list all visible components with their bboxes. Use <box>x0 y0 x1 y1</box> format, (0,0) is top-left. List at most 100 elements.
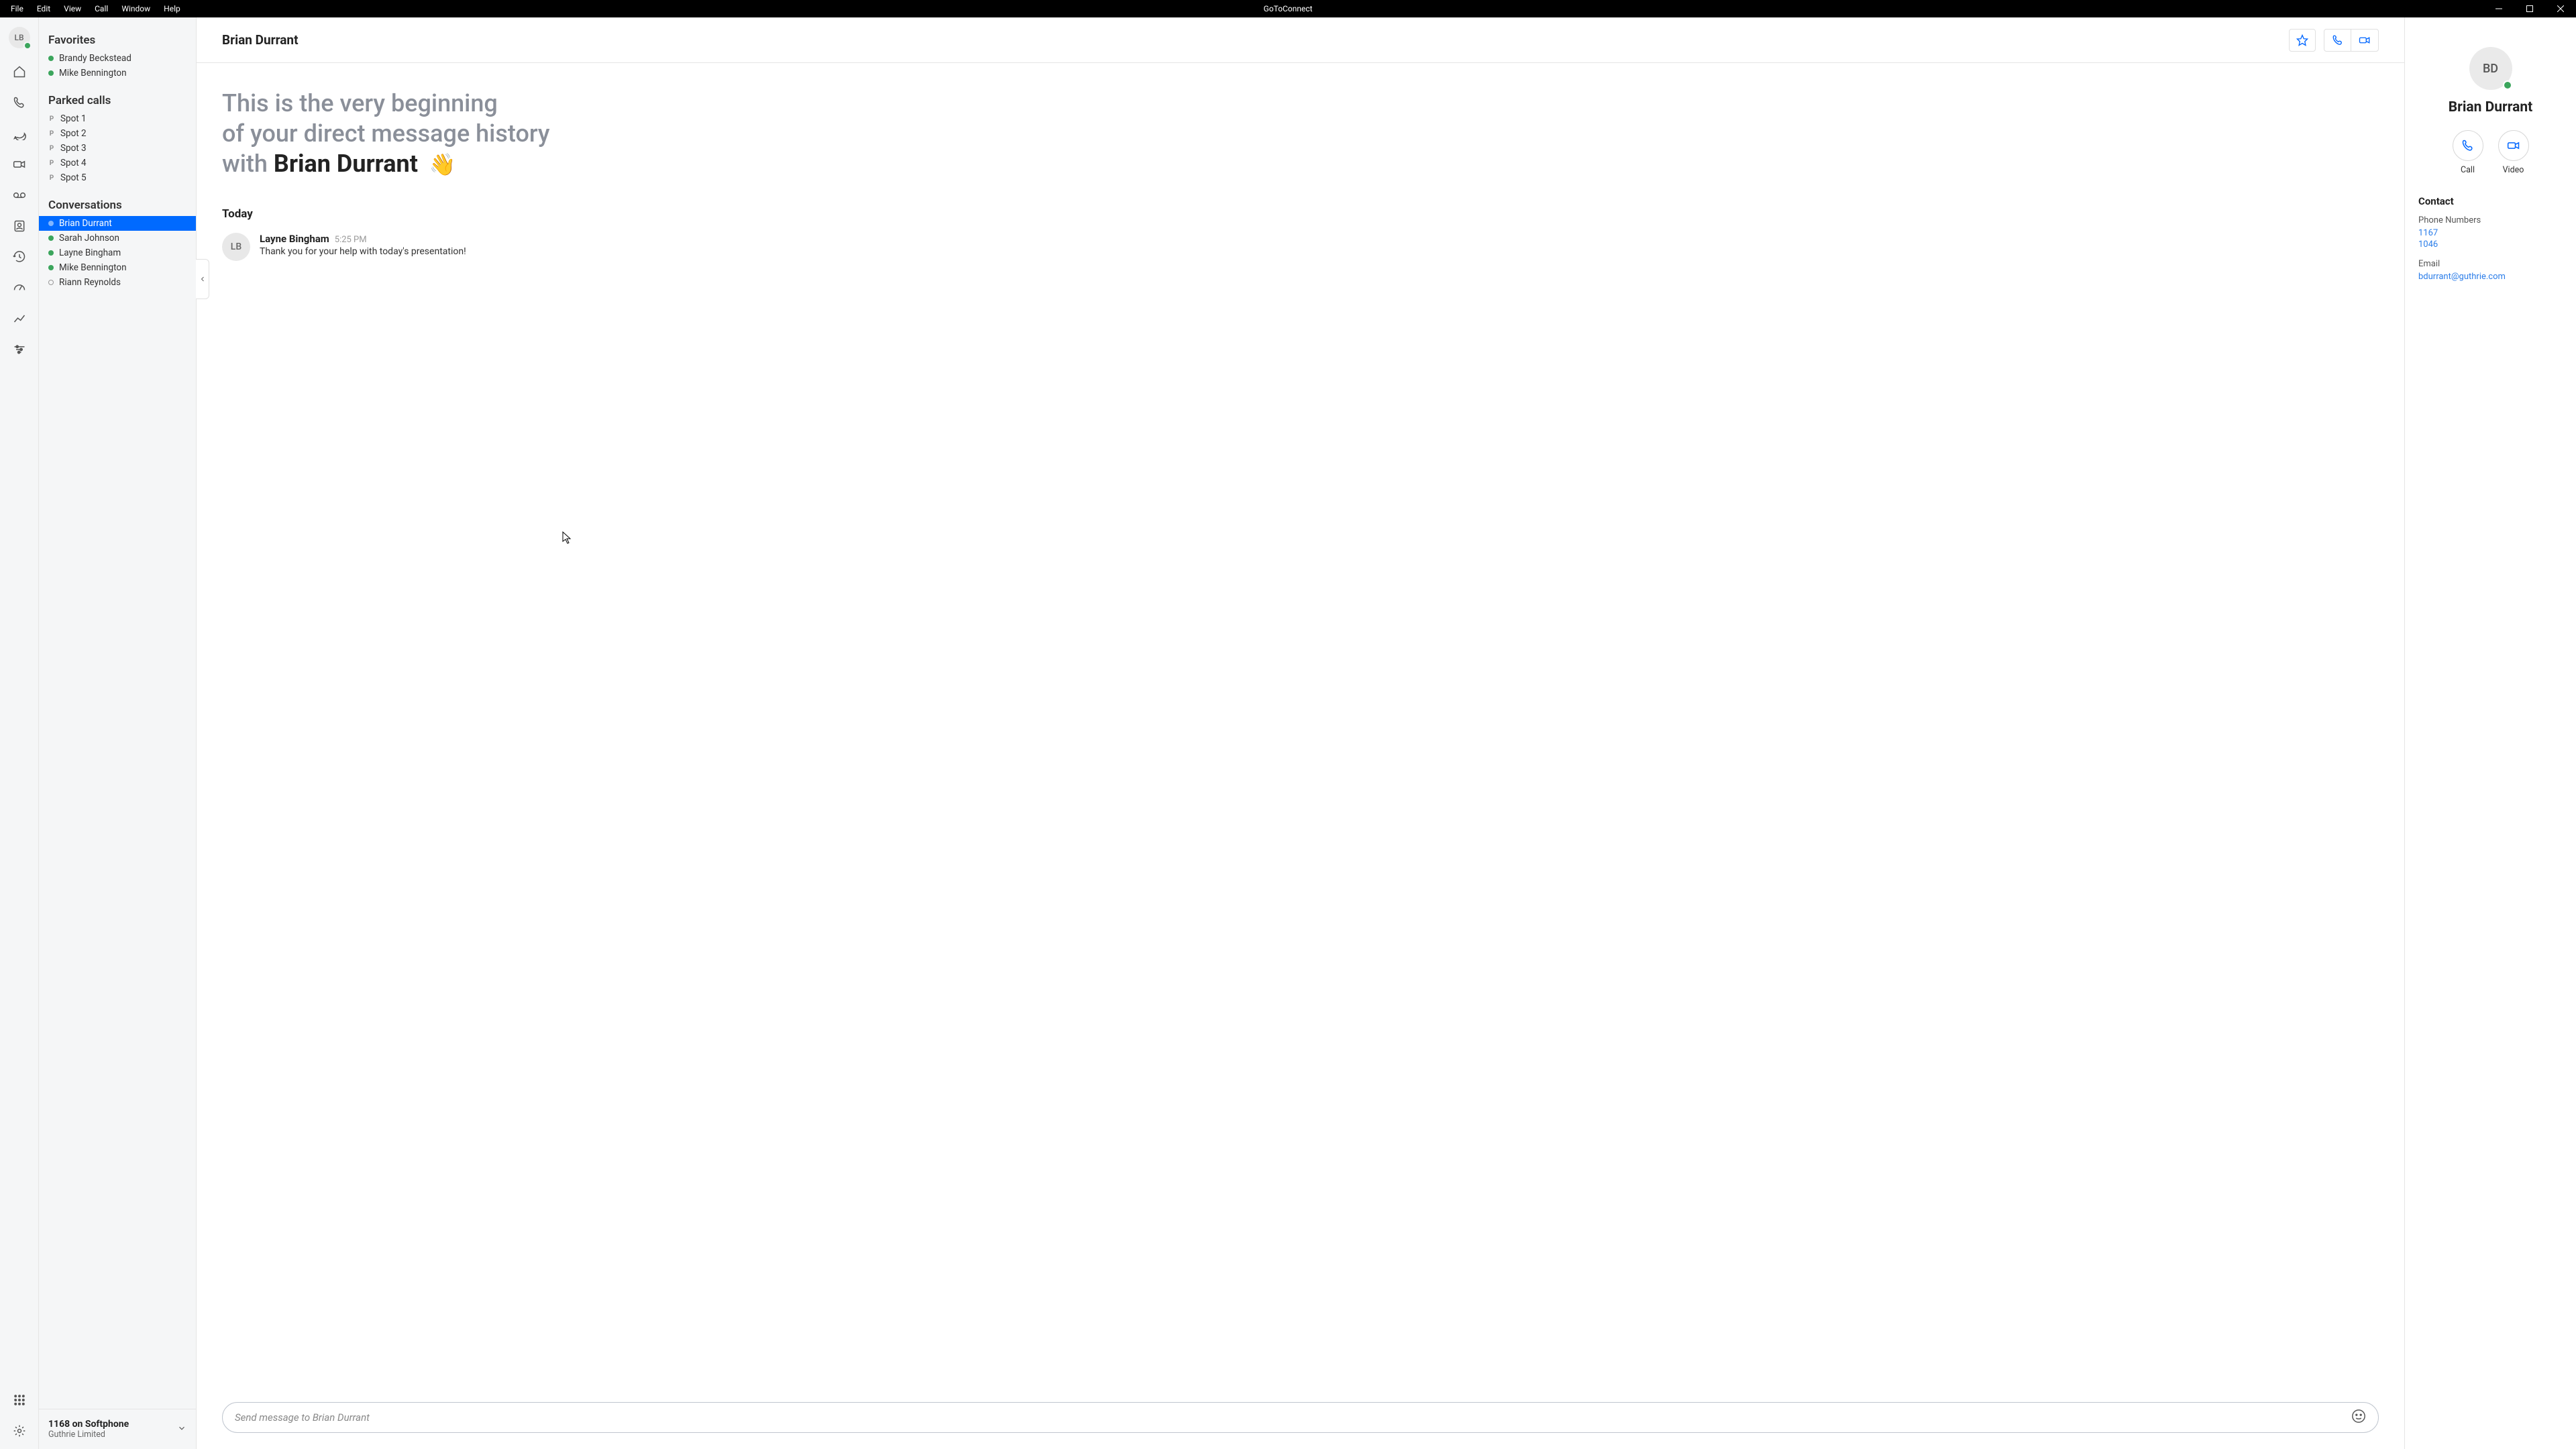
icon-rail: LB <box>0 17 39 1449</box>
menu-bar: File Edit View Call Window Help <box>0 1 187 16</box>
detail-call-action[interactable]: Call <box>2453 130 2483 175</box>
park-badge-icon: P <box>48 160 55 166</box>
conversation-name: Layne Bingham <box>59 248 121 258</box>
contact-section: Contact Phone Numbers 1167 1046 Email bd… <box>2418 195 2563 282</box>
parked-name: Spot 2 <box>60 128 87 139</box>
favorite-item[interactable]: Mike Bennington <box>39 66 196 80</box>
presence-dot-icon <box>48 56 54 61</box>
chat-body: This is the very beginning of your direc… <box>197 63 2404 1391</box>
parked-name: Spot 4 <box>60 158 87 168</box>
park-badge-icon: P <box>48 130 55 137</box>
parked-item[interactable]: P Spot 4 <box>39 156 196 170</box>
favorite-button[interactable] <box>2289 29 2316 52</box>
minimize-button[interactable] <box>2483 0 2514 17</box>
titlebar: File Edit View Call Window Help GoToConn… <box>0 0 2576 17</box>
user-avatar[interactable]: LB <box>9 27 30 48</box>
menu-view[interactable]: View <box>57 1 88 16</box>
contacts-icon[interactable] <box>12 219 27 233</box>
email-link[interactable]: bdurrant@guthrie.com <box>2418 272 2563 282</box>
intro-text: This is the very beginning of your direc… <box>222 89 2379 179</box>
emoji-button[interactable] <box>2351 1409 2366 1426</box>
phone-icon[interactable] <box>12 95 27 110</box>
details-actions: Call Video <box>2418 130 2563 175</box>
conversation-item[interactable]: Riann Reynolds <box>39 275 196 290</box>
menu-edit[interactable]: Edit <box>30 1 57 16</box>
settings-icon[interactable] <box>12 1424 27 1438</box>
conversations-header: Conversations <box>39 195 196 216</box>
message-input[interactable] <box>235 1411 2345 1424</box>
menu-file[interactable]: File <box>4 1 30 16</box>
call-label: Call <box>2461 165 2475 175</box>
phone-link[interactable]: 1046 <box>2418 239 2563 250</box>
menu-call[interactable]: Call <box>88 1 115 16</box>
composer-box <box>222 1402 2379 1433</box>
cursor-icon <box>562 531 573 547</box>
maximize-button[interactable] <box>2514 0 2545 17</box>
video-button[interactable] <box>2351 29 2378 52</box>
chat-panel: Brian Durrant This is the very beginning… <box>197 17 2405 1449</box>
details-name: Brian Durrant <box>2418 99 2563 115</box>
dashboard-icon[interactable] <box>12 280 27 295</box>
favorite-name: Brandy Beckstead <box>59 53 131 64</box>
composer <box>197 1391 2404 1449</box>
parked-name: Spot 3 <box>60 143 87 154</box>
apps-icon[interactable] <box>12 1393 27 1407</box>
details-panel: BD Brian Durrant Call Video Contact Phon… <box>2405 17 2576 1449</box>
email-label: Email <box>2418 259 2563 269</box>
user-initials: LB <box>14 33 23 42</box>
app-title: GoToConnect <box>1264 4 1313 13</box>
sidebar-footer[interactable]: 1168 on Softphone Guthrie Limited <box>39 1409 196 1449</box>
chevron-down-icon <box>177 1423 186 1436</box>
parked-header: Parked calls <box>39 90 196 111</box>
video-icon[interactable] <box>12 157 27 172</box>
presence-dot-icon <box>48 280 54 285</box>
details-avatar: BD <box>2469 47 2512 90</box>
home-icon[interactable] <box>12 64 27 79</box>
history-icon[interactable] <box>12 250 27 264</box>
parked-name: Spot 1 <box>60 113 87 124</box>
date-divider: Today <box>222 207 2379 221</box>
conversation-item[interactable]: Layne Bingham <box>39 246 196 260</box>
conversation-name: Brian Durrant <box>59 218 112 229</box>
presence-dot-icon <box>48 235 54 241</box>
presence-dot-icon <box>48 70 54 76</box>
presence-dot-icon <box>23 42 32 50</box>
favorite-name: Mike Bennington <box>59 68 127 78</box>
conversation-item[interactable]: Mike Bennington <box>39 260 196 275</box>
filters-icon[interactable] <box>12 342 27 357</box>
message-text: Thank you for your help with today's pre… <box>260 246 2379 257</box>
call-video-group <box>2324 29 2379 52</box>
phone-label: Phone Numbers <box>2418 215 2563 225</box>
park-badge-icon: P <box>48 174 55 181</box>
video-icon <box>2498 130 2529 161</box>
favorite-item[interactable]: Brandy Beckstead <box>39 51 196 66</box>
conversation-item[interactable]: Sarah Johnson <box>39 231 196 246</box>
detail-video-action[interactable]: Video <box>2498 130 2529 175</box>
contact-header: Contact <box>2418 195 2563 207</box>
presence-dot-icon <box>2503 80 2512 90</box>
call-button[interactable] <box>2324 29 2351 52</box>
voicemail-icon[interactable] <box>12 188 27 203</box>
parked-item[interactable]: P Spot 5 <box>39 170 196 185</box>
park-badge-icon: P <box>48 145 55 152</box>
parked-name: Spot 5 <box>60 172 87 183</box>
close-button[interactable] <box>2545 0 2576 17</box>
parked-item[interactable]: P Spot 2 <box>39 126 196 141</box>
chat-title: Brian Durrant <box>222 32 299 48</box>
menu-window[interactable]: Window <box>115 1 157 16</box>
conversation-name: Mike Bennington <box>59 262 127 273</box>
sidebar: Favorites Brandy Beckstead Mike Benningt… <box>39 17 197 1449</box>
presence-dot-icon <box>48 265 54 270</box>
analytics-icon[interactable] <box>12 311 27 326</box>
parked-item[interactable]: PSpot 1 <box>39 111 196 126</box>
chat-header: Brian Durrant <box>197 17 2404 63</box>
phone-link[interactable]: 1167 <box>2418 228 2563 238</box>
message-row: LB Layne Bingham 5:25 PM Thank you for y… <box>222 233 2379 261</box>
chat-icon[interactable] <box>12 126 27 141</box>
phone-icon <box>2453 130 2483 161</box>
video-label: Video <box>2503 165 2524 175</box>
conversation-item[interactable]: Brian Durrant <box>39 216 196 231</box>
parked-item[interactable]: P Spot 3 <box>39 141 196 156</box>
menu-help[interactable]: Help <box>157 1 187 16</box>
wave-icon: 👋 <box>429 151 456 178</box>
